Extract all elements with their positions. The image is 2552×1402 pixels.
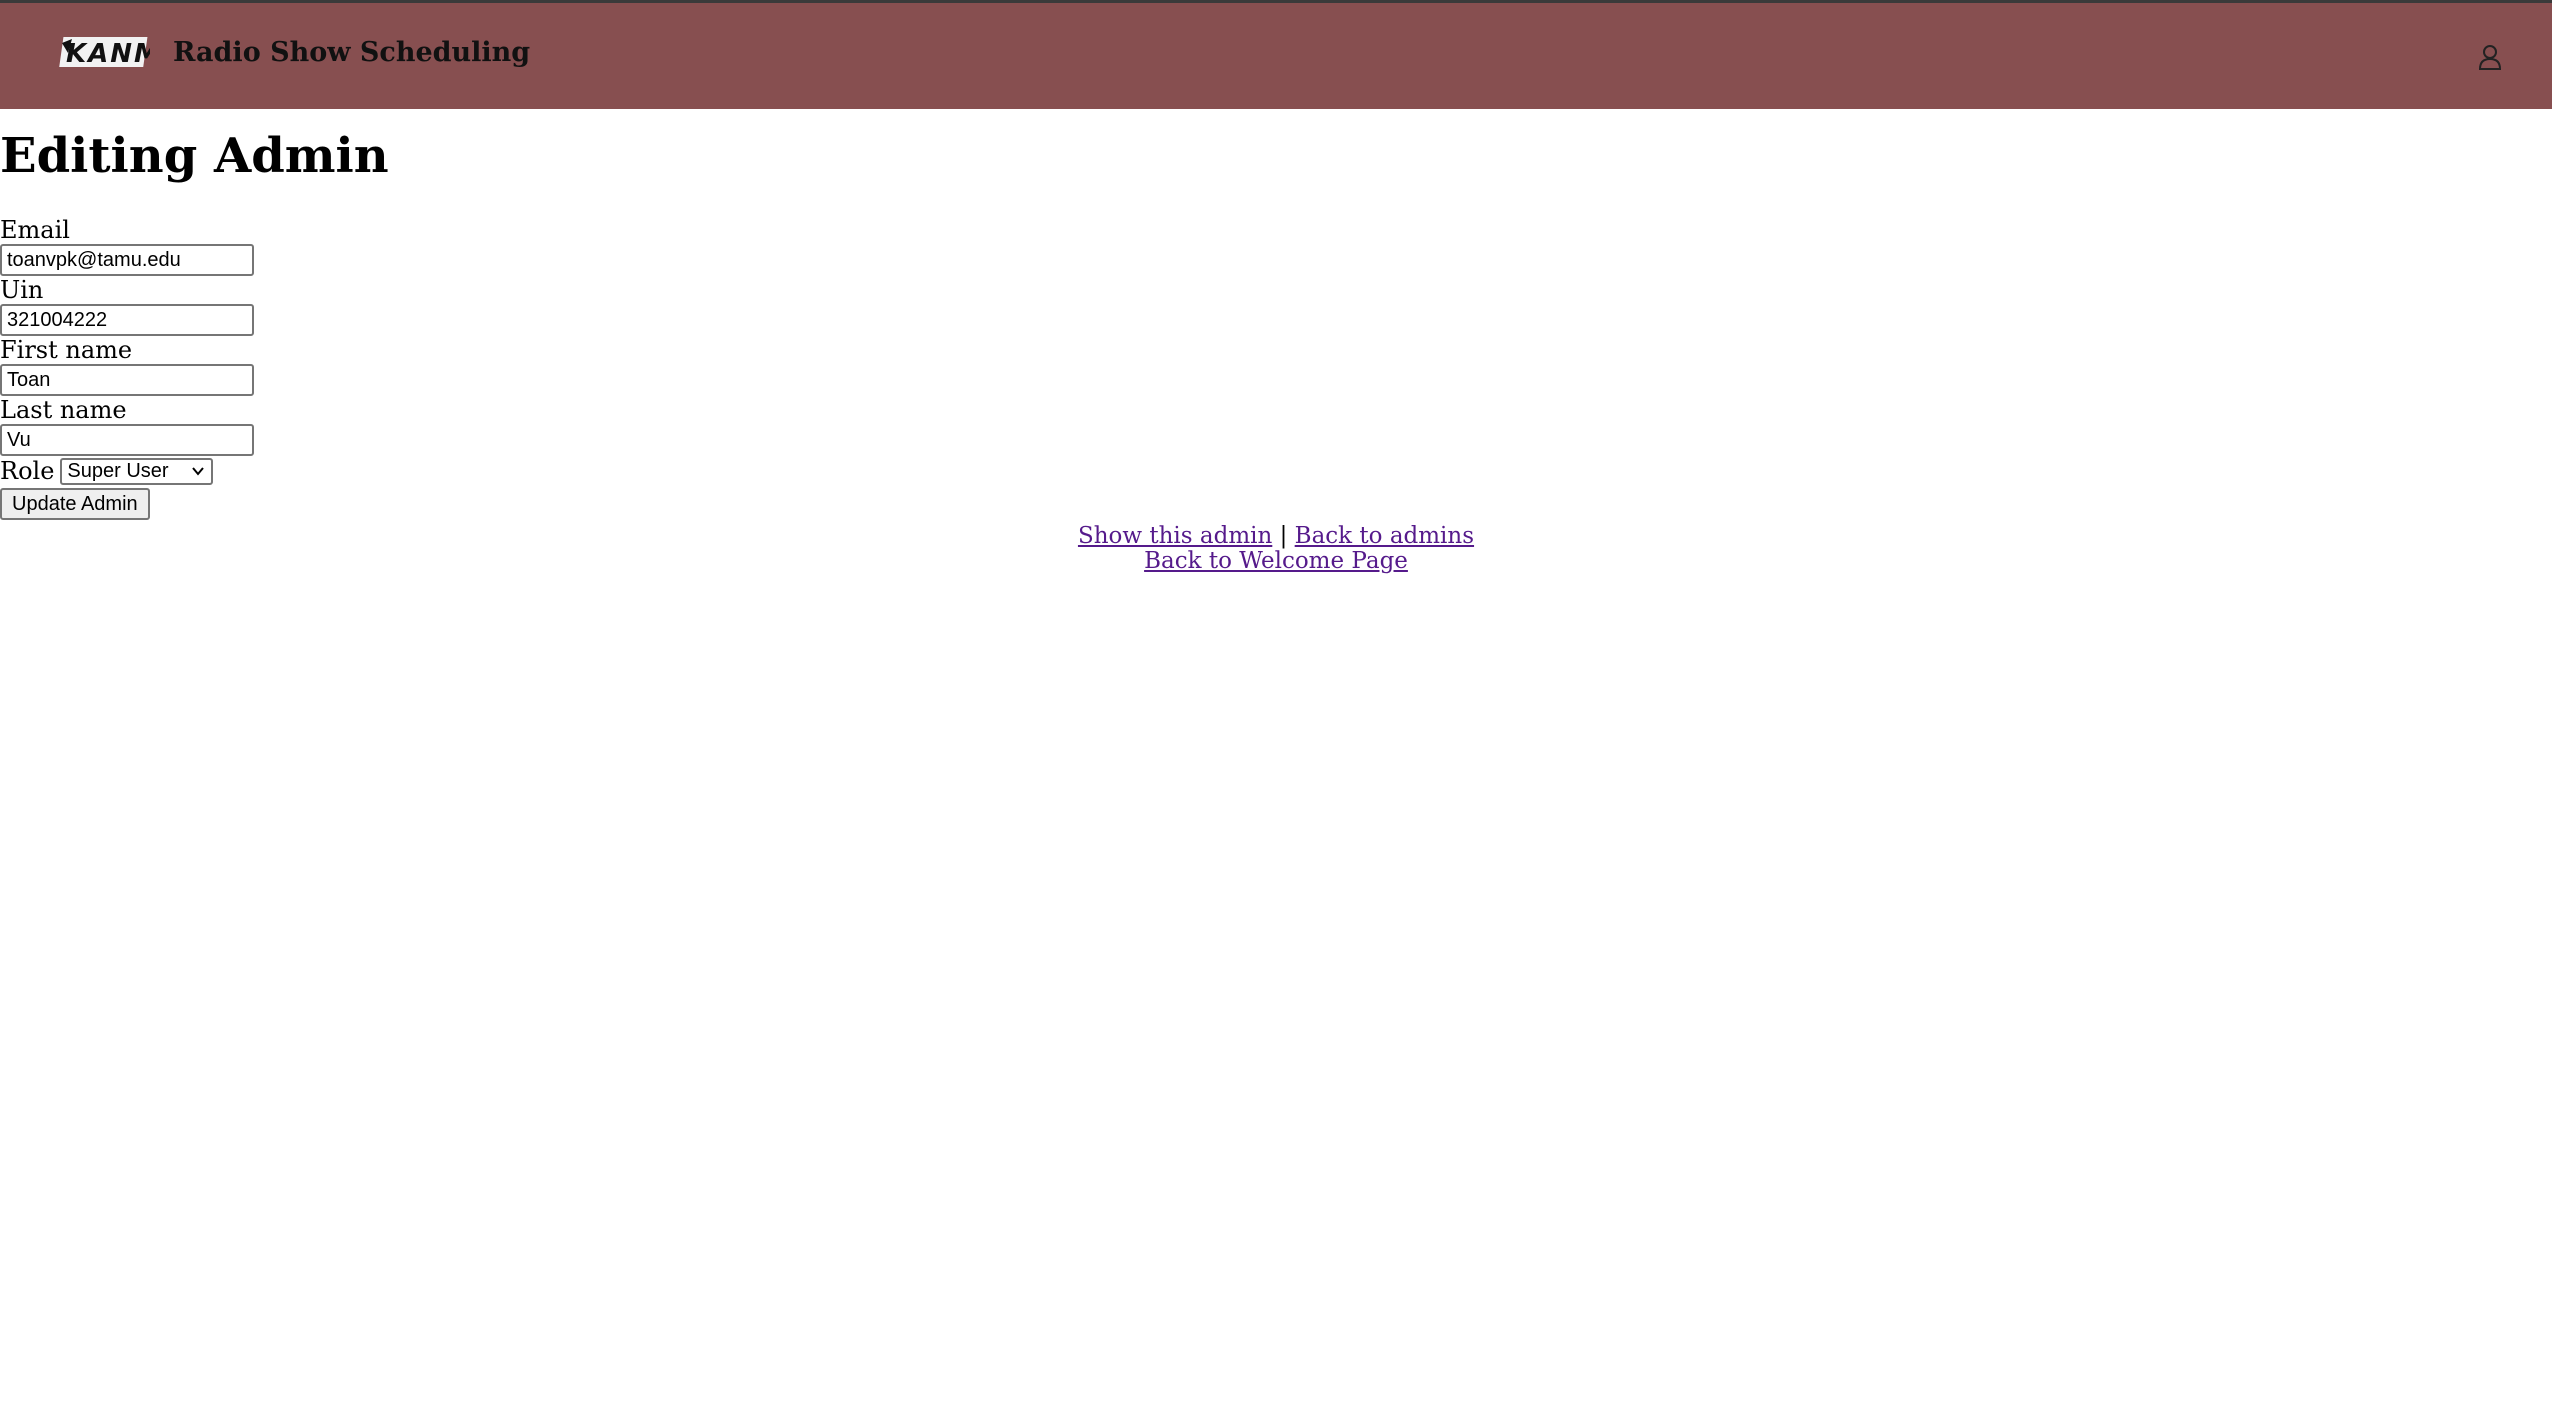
last-name-label: Last name [0,396,127,424]
role-select[interactable]: Super User [60,457,214,485]
role-selected-value: Super User [67,459,169,482]
role-row: Role Super User [0,456,600,486]
app-title[interactable]: Radio Show Scheduling [173,37,530,68]
user-icon[interactable] [2477,43,2503,71]
email-field[interactable] [0,244,254,276]
update-admin-button[interactable]: Update Admin [0,488,150,520]
chevron-down-icon [192,466,205,476]
first-name-field[interactable] [0,364,254,396]
links-row-1: Show this admin | Back to admins [0,524,2552,549]
svg-text:KANM: KANM [66,39,150,69]
links-row-2: Back to Welcome Page [0,549,2552,574]
show-admin-link[interactable]: Show this admin [1078,523,1272,549]
top-navbar: KANM Radio Show Scheduling [0,0,2552,109]
back-to-admins-link[interactable]: Back to admins [1295,523,1474,549]
footer-links: Show this admin | Back to admins Back to… [0,524,2552,574]
role-label: Role [0,457,55,485]
link-separator: | [1279,523,1288,549]
last-name-field[interactable] [0,424,254,456]
page-title: Editing Admin [0,128,389,184]
uin-field[interactable] [0,304,254,336]
back-to-welcome-link[interactable]: Back to Welcome Page [1144,548,1408,574]
kanm-logo[interactable]: KANM [58,33,150,71]
first-name-label: First name [0,336,133,364]
uin-label: Uin [0,276,44,304]
edit-admin-form: Email Uin First name Last name Role Supe… [0,216,600,520]
email-label: Email [0,216,70,244]
